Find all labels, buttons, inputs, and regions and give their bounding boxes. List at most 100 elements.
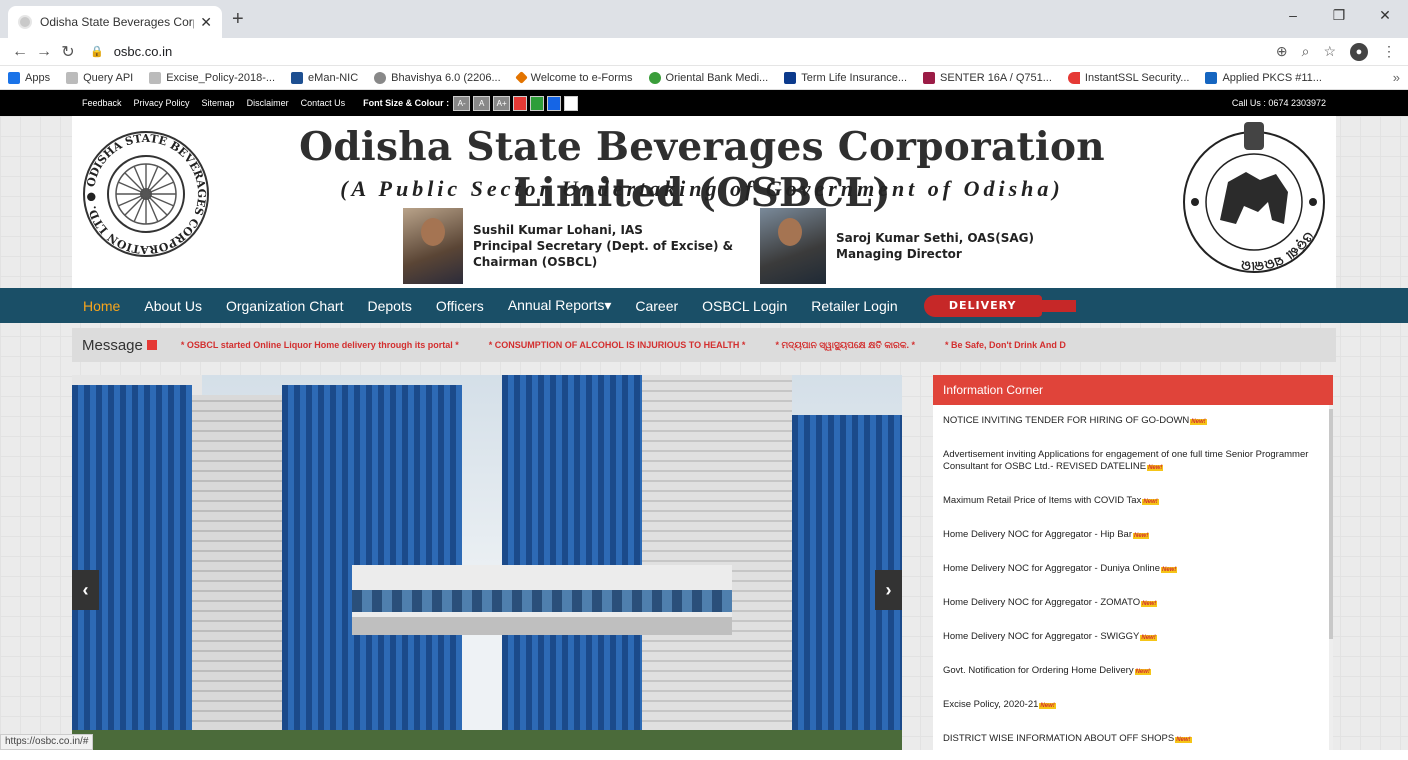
bookmark-term-life[interactable]: Term Life Insurance... — [784, 71, 907, 84]
nav-officers[interactable]: Officers — [436, 298, 484, 314]
pkcs-icon — [1205, 71, 1218, 84]
info-link[interactable]: Maximum Retail Price of Items with COVID… — [943, 495, 1141, 506]
bookmark-excise-policy[interactable]: Excise_Policy-2018-... — [149, 71, 275, 84]
bookmark-star-icon[interactable]: ☆ — [1323, 43, 1336, 61]
font-increase-button[interactable]: A+ — [493, 95, 511, 111]
font-normal-button[interactable]: A — [473, 95, 491, 111]
list-item[interactable]: Advertisement inviting Applications for … — [933, 439, 1333, 485]
info-link[interactable]: Home Delivery NOC for Aggregator - Hip B… — [943, 529, 1132, 540]
new-badge: New! — [1039, 703, 1056, 709]
url-field[interactable]: 🔒 osbc.co.in — [90, 44, 1276, 59]
nav-annual-reports[interactable]: Annual Reports▾ — [508, 297, 612, 314]
forward-arrow-icon[interactable]: → — [32, 43, 56, 61]
status-url-bubble: https://osbc.co.in/# — [0, 734, 94, 750]
chairman-name: Sushil Kumar Lohani, IAS — [473, 223, 643, 237]
building-left-glass — [72, 385, 192, 750]
message-ticker: Message * OSBCL started Online Liquor Ho… — [72, 328, 1336, 362]
site-subtitle: (A Public Sector Undertaking of Governme… — [340, 176, 1064, 201]
bookmark-query-api[interactable]: Query API — [66, 71, 133, 84]
colour-white-swatch[interactable] — [564, 95, 579, 111]
information-corner: Information Corner NOTICE INVITING TENDE… — [933, 375, 1333, 750]
list-item[interactable]: Home Delivery NOC for Aggregator - SWIGG… — [933, 621, 1333, 655]
site-header: ODISHA STATE BEVERAGES CORPORATION LTD. … — [72, 116, 1336, 288]
liquor-home-delivery-banner[interactable]: DELIVERY — [923, 294, 1076, 317]
bookmarks-overflow-icon[interactable]: » — [1393, 70, 1400, 85]
privacy-policy-link[interactable]: Privacy Policy — [134, 98, 190, 108]
list-item[interactable]: Home Delivery NOC for Aggregator - ZOMAT… — [933, 587, 1333, 621]
nav-career[interactable]: Career — [635, 298, 678, 314]
menu-dots-icon[interactable]: ⋮ — [1382, 43, 1396, 61]
bookmark-senter[interactable]: SENTER 16A / Q751... — [923, 71, 1052, 84]
bookmark-bhavishya[interactable]: Bhavishya 6.0 (2206... — [374, 71, 501, 84]
reload-icon[interactable]: ↻ — [56, 42, 80, 62]
list-item[interactable]: DISTRICT WISE INFORMATION ABOUT OFF SHOP… — [933, 723, 1333, 750]
slider-next-button[interactable]: › — [875, 570, 902, 610]
md-designation: Managing Director — [836, 247, 962, 261]
new-badge: New! — [1133, 533, 1150, 539]
back-arrow-icon[interactable]: ← — [8, 43, 32, 61]
list-item[interactable]: Home Delivery NOC for Aggregator - Hip B… — [933, 519, 1333, 553]
tab-close-icon[interactable]: ✕ — [200, 14, 212, 31]
url-text: osbc.co.in — [113, 44, 173, 59]
information-list: NOTICE INVITING TENDER FOR HIRING OF GO-… — [933, 405, 1333, 750]
slider-prev-button[interactable]: ‹ — [72, 570, 99, 610]
new-tab-button[interactable]: + — [232, 8, 244, 31]
close-window-button[interactable]: ✕ — [1362, 0, 1408, 30]
colour-green-swatch[interactable] — [530, 95, 545, 111]
bookmark-oriental-bank[interactable]: Oriental Bank Medi... — [648, 71, 768, 84]
info-scrollbar-thumb[interactable] — [1329, 409, 1333, 639]
nav-depots[interactable]: Depots — [367, 298, 411, 314]
nav-annual-reports-label: Annual Reports — [507, 297, 605, 313]
font-decrease-button[interactable]: A- — [453, 95, 471, 111]
info-link[interactable]: Excise Policy, 2020-21 — [943, 699, 1038, 710]
minimize-button[interactable]: – — [1270, 0, 1316, 30]
bookmark-pkcs[interactable]: Applied PKCS #11... — [1205, 71, 1322, 84]
feedback-link[interactable]: Feedback — [82, 98, 122, 108]
info-link[interactable]: Home Delivery NOC for Aggregator - SWIGG… — [943, 631, 1139, 642]
list-item[interactable]: Maximum Retail Price of Items with COVID… — [933, 485, 1333, 519]
bhavishya-icon — [374, 71, 387, 84]
disclaimer-link[interactable]: Disclaimer — [247, 98, 289, 108]
chairman-role: Chairman (OSBCL) — [473, 255, 598, 269]
add-site-icon[interactable]: ⊕ — [1276, 43, 1288, 61]
colour-red-swatch[interactable] — [513, 95, 528, 111]
bottle-neck-icon — [1039, 299, 1076, 312]
list-item[interactable]: Home Delivery NOC for Aggregator - Duniy… — [933, 553, 1333, 587]
info-link[interactable]: Home Delivery NOC for Aggregator - ZOMAT… — [943, 597, 1140, 608]
delivery-label: DELIVERY — [948, 299, 1017, 312]
info-link[interactable]: NOTICE INVITING TENDER FOR HIRING OF GO-… — [943, 415, 1189, 426]
call-us-text: Call Us : 0674 2303972 — [1231, 98, 1326, 108]
info-link[interactable]: Govt. Notification for Ordering Home Del… — [943, 665, 1134, 676]
info-link[interactable]: Advertisement inviting Applications for … — [943, 449, 1308, 472]
restore-button[interactable]: ❐ — [1316, 0, 1362, 30]
bookmark-eforms[interactable]: Welcome to e-Forms — [514, 71, 633, 84]
profile-avatar-icon[interactable]: ● — [1350, 42, 1368, 61]
list-item[interactable]: NOTICE INVITING TENDER FOR HIRING OF GO-… — [933, 405, 1333, 439]
nav-about-us[interactable]: About Us — [144, 298, 202, 314]
lock-icon: 🔒 — [90, 46, 104, 58]
apps-icon — [8, 71, 20, 84]
nav-osbcl-login[interactable]: OSBCL Login — [702, 298, 787, 314]
nav-home[interactable]: Home — [83, 298, 120, 314]
sitemap-link[interactable]: Sitemap — [202, 98, 235, 108]
bookmark-instantssl[interactable]: InstantSSL Security... — [1067, 71, 1189, 84]
building-hedge — [72, 730, 902, 750]
info-link[interactable]: DISTRICT WISE INFORMATION ABOUT OFF SHOP… — [943, 733, 1174, 744]
font-size-label: Font Size & Colour : — [363, 98, 450, 108]
browser-tab[interactable]: Odisha State Beverages Corporat ✕ — [8, 6, 222, 38]
odisha-govt-emblem-logo: ଓଡ଼ିଶା ସରକାର — [1183, 122, 1325, 273]
list-item[interactable]: Excise Policy, 2020-21 New! — [933, 689, 1333, 723]
nav-retailer-login[interactable]: Retailer Login — [811, 298, 897, 314]
colour-blue-swatch[interactable] — [547, 95, 562, 111]
md-card: Saroj Kumar Sethi, OAS(SAG) Managing Dir… — [760, 208, 1034, 284]
ticker-item: * CONSUMPTION OF ALCOHOL IS INJURIOUS TO… — [488, 340, 746, 350]
list-item[interactable]: Govt. Notification for Ordering Home Del… — [933, 655, 1333, 689]
info-link[interactable]: Home Delivery NOC for Aggregator - Duniy… — [943, 563, 1160, 574]
zoom-icon[interactable]: ⌕ — [1302, 43, 1310, 61]
bookmark-eman-nic[interactable]: eMan-NIC — [291, 71, 358, 84]
bookmark-apps[interactable]: Apps — [8, 71, 50, 84]
nav-organization-chart[interactable]: Organization Chart — [226, 298, 344, 314]
contact-us-link[interactable]: Contact Us — [301, 98, 346, 108]
chairman-photo — [403, 208, 463, 284]
chevron-down-icon: ▾ — [604, 297, 612, 313]
